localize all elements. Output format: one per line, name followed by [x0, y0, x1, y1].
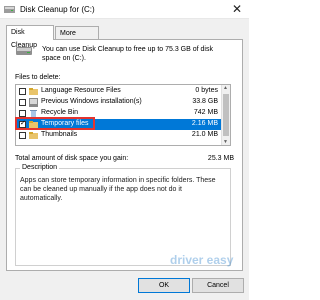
checkbox[interactable]	[19, 88, 26, 95]
title-bar: Disk Cleanup for (C:) ✕	[0, 0, 249, 19]
file-name: Language Resource Files	[41, 87, 121, 94]
total-space-value: 25.3 MB	[207, 155, 234, 162]
checkbox[interactable]	[19, 110, 26, 117]
tab-disk-cleanup[interactable]: Disk Cleanup	[6, 25, 54, 49]
checkbox[interactable]	[19, 132, 26, 139]
file-row-language-resource-files[interactable]: Language Resource Files 0 bytes	[16, 86, 230, 97]
annotation-highlight-box	[15, 117, 95, 130]
file-size: 0 bytes	[195, 87, 218, 94]
vertical-scrollbar[interactable]: ▲ ▼	[221, 85, 230, 145]
folder-icon	[29, 88, 38, 95]
close-button[interactable]: ✕	[232, 2, 242, 16]
file-row-previous-windows-installation[interactable]: Previous Windows installation(s) 33.8 GB	[16, 97, 230, 108]
scroll-down-arrow-icon[interactable]: ▼	[223, 139, 228, 145]
description-text: Apps can store temporary information in …	[20, 177, 216, 202]
scroll-up-arrow-icon[interactable]: ▲	[223, 85, 228, 91]
file-name: Previous Windows installation(s)	[41, 98, 142, 105]
file-size: 21.0 MB	[191, 131, 218, 138]
file-size: 2.16 MB	[191, 120, 218, 127]
file-size: 742 MB	[193, 109, 218, 116]
tab-more-options[interactable]: More Options	[55, 26, 99, 50]
watermark-logo: driver easy	[170, 253, 234, 267]
scroll-thumb[interactable]	[223, 94, 229, 136]
ok-button[interactable]: OK	[138, 278, 190, 293]
folder-icon	[29, 132, 38, 139]
files-list[interactable]: Language Resource Files 0 bytes Previous…	[15, 84, 231, 146]
file-name: Recycle Bin	[41, 109, 78, 116]
windows-icon	[29, 98, 38, 107]
description-title: Description	[20, 164, 60, 171]
intro-text: You can use Disk Cleanup to free up to 7…	[42, 46, 213, 62]
file-size: 33.8 GB	[192, 98, 218, 105]
window-title: Disk Cleanup for (C:)	[20, 5, 95, 14]
file-name: Thumbnails	[41, 131, 78, 138]
files-to-delete-label: Files to delete:	[15, 74, 61, 81]
total-space-label: Total amount of disk space you gain:	[15, 155, 129, 162]
cancel-button[interactable]: Cancel	[192, 278, 244, 293]
file-row-thumbnails[interactable]: Thumbnails 21.0 MB	[16, 130, 230, 141]
disk-cleanup-icon	[4, 6, 15, 13]
checkbox[interactable]	[19, 99, 26, 106]
